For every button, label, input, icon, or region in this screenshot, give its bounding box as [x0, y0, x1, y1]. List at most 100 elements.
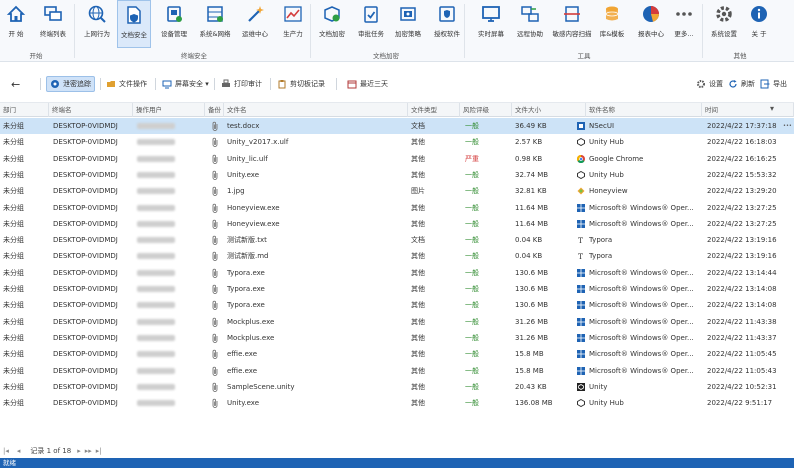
ribbon-encrypt-policy-button[interactable]: 加密策略	[392, 0, 424, 48]
table-row[interactable]: 未分组 DESKTOP-0VIDMDJ Unity.exe 其他 一般 32.74 MB U…	[0, 167, 794, 183]
col-size-header[interactable]: 文件大小	[512, 103, 586, 117]
ribbon-system-network-button[interactable]: 系统&网络	[195, 0, 235, 48]
col-filename-header[interactable]: 文件名	[224, 103, 408, 117]
toolbar-divider	[100, 78, 101, 90]
row-more-icon[interactable]: •••	[780, 118, 794, 134]
refresh-button[interactable]: 刷新	[725, 76, 758, 92]
cell-risk: 一般	[465, 366, 479, 375]
attachment-icon[interactable]	[208, 297, 222, 313]
attachment-icon[interactable]	[208, 216, 222, 232]
screen-security-dropdown[interactable]: 屏幕安全 ▾	[159, 76, 212, 92]
table-row[interactable]: 未分组 DESKTOP-0VIDMDJ effie.exe 其他 一般 15.8 MB Mi…	[0, 346, 794, 362]
first-page-button[interactable]: |◂	[3, 447, 9, 455]
table-row[interactable]: 未分组 DESKTOP-0VIDMDJ Unity_v2017.x.ulf 其他 一般 2…	[0, 134, 794, 150]
table-row[interactable]: 未分组 DESKTOP-0VIDMDJ 测试新版.md 其他 一般 0.04 KB T Typ…	[0, 248, 794, 264]
table-row[interactable]: 未分组 DESKTOP-0VIDMDJ effie.exe 其他 一般 15.8 MB Mi…	[0, 363, 794, 379]
col-time-header[interactable]: 时间	[702, 103, 794, 117]
ribbon-web-behavior-button[interactable]: 上网行为	[82, 0, 112, 48]
back-button[interactable]: ←	[8, 76, 23, 92]
cell-filename: 测试新版.md	[227, 252, 269, 261]
ribbon-report-center-button[interactable]: 报表中心	[635, 0, 667, 48]
next-pages-button[interactable]: ▸▸	[85, 447, 92, 455]
remote-icon	[519, 3, 541, 25]
table-row[interactable]: 未分组 DESKTOP-0VIDMDJ Mockplus.exe 其他 一般 31.26 …	[0, 314, 794, 330]
attachment-icon[interactable]	[208, 200, 222, 216]
table-row[interactable]: 未分组 DESKTOP-0VIDMDJ Unity.exe 其他 一般 136.08 MB…	[0, 395, 794, 411]
date-range-button[interactable]: 最近三天	[344, 76, 391, 92]
table-row[interactable]: 未分组 DESKTOP-0VIDMDJ Honeyview.exe 其他 一般 11.64…	[0, 200, 794, 216]
ribbon-divider	[464, 4, 465, 58]
col-terminal-header[interactable]: 终端名	[49, 103, 133, 117]
col-software-header[interactable]: 软件名称	[586, 103, 702, 117]
attachment-icon[interactable]	[208, 330, 222, 346]
table-row[interactable]: 未分组 DESKTOP-0VIDMDJ SampleScene.unity 其他 一般 2…	[0, 379, 794, 395]
col-dept-header[interactable]: 部门	[0, 103, 49, 117]
ribbon-device-management-button[interactable]: 设备管理	[157, 0, 191, 48]
ribbon-approval-tasks-button[interactable]: 审批任务	[354, 0, 388, 48]
ribbon-productivity-button[interactable]: 生产力	[277, 0, 309, 48]
cell-time: 2022/4/22 11:05:45	[707, 350, 777, 359]
leak-trace-tab[interactable]: 泄密追踪	[46, 76, 95, 92]
attachment-icon[interactable]	[208, 134, 222, 150]
ribbon-doc-security-button[interactable]: 文档安全	[117, 0, 151, 48]
ribbon-sensitive-scan-button[interactable]: 敏感内容扫描	[550, 0, 594, 48]
ribbon-doc-encrypt-button[interactable]: 文档加密	[316, 0, 348, 48]
col-risk-header[interactable]: 风险评级	[460, 103, 512, 117]
col-filetype-header[interactable]: 文件类型	[408, 103, 460, 117]
prev-page-button[interactable]: ◂	[17, 447, 21, 455]
ribbon-more-button[interactable]: 更多...	[670, 0, 698, 48]
attachment-icon[interactable]	[208, 395, 222, 411]
attachment-icon[interactable]	[208, 167, 222, 183]
ribbon-home-button[interactable]: 开 始	[3, 0, 29, 48]
clipboard-log-tab[interactable]: 剪切板记录	[274, 76, 328, 92]
attachment-icon[interactable]	[208, 281, 222, 297]
table-row[interactable]: 未分组 DESKTOP-0VIDMDJ Mockplus.exe 其他 一般 31.26 …	[0, 330, 794, 346]
ribbon-item-label: 更多...	[674, 30, 694, 38]
sort-desc-icon[interactable]: ▾	[770, 104, 774, 113]
attachment-icon[interactable]	[208, 248, 222, 264]
refresh-icon	[728, 79, 738, 89]
attachment-icon[interactable]	[208, 346, 222, 362]
doc-shield-icon	[123, 4, 145, 26]
attachment-icon[interactable]	[208, 183, 222, 199]
ribbon-ops-center-button[interactable]: 运维中心	[238, 0, 272, 48]
attachment-icon[interactable]	[208, 118, 222, 134]
ribbon-library-template-button[interactable]: 库&模板	[596, 0, 628, 48]
attachment-icon[interactable]	[208, 379, 222, 395]
last-page-button[interactable]: ▸|	[96, 447, 102, 455]
table-row[interactable]: 未分组 DESKTOP-0VIDMDJ 1.jpg 图片 一般 32.81 KB Honey…	[0, 183, 794, 199]
col-user-header[interactable]: 操作用户	[133, 103, 205, 117]
scan-icon	[561, 3, 583, 25]
table-row[interactable]: 未分组 DESKTOP-0VIDMDJ Unity_lic.ulf 其他 严重 0.98 …	[0, 151, 794, 167]
cell-dept: 未分组	[3, 382, 24, 391]
table-row[interactable]: 未分组 DESKTOP-0VIDMDJ Typora.exe 其他 一般 130.6 MB…	[0, 297, 794, 313]
ribbon-system-settings-button[interactable]: 系统设置	[707, 0, 741, 48]
toolbar-button-label: 剪切板记录	[290, 80, 325, 88]
ribbon-divider	[310, 4, 311, 58]
next-page-button[interactable]: ▸	[77, 447, 81, 455]
attachment-icon[interactable]	[208, 363, 222, 379]
cell-risk: 一般	[465, 399, 479, 408]
attachment-icon[interactable]	[208, 314, 222, 330]
table-row[interactable]: 未分组 DESKTOP-0VIDMDJ Typora.exe 其他 一般 130.6 MB…	[0, 281, 794, 297]
table-row[interactable]: 未分组 DESKTOP-0VIDMDJ Honeyview.exe 其他 一般 11.64…	[0, 216, 794, 232]
attachment-icon[interactable]	[208, 151, 222, 167]
table-row[interactable]: 未分组 DESKTOP-0VIDMDJ 测试新版.txt 文档 一般 0.04 KB T Ty…	[0, 232, 794, 248]
table-row[interactable]: 未分组 DESKTOP-0VIDMDJ test.docx 文档 一般 36.49 KB N…	[0, 118, 794, 135]
table-row[interactable]: 未分组 DESKTOP-0VIDMDJ Typora.exe 其他 一般 130.6 MB…	[0, 265, 794, 281]
attachment-icon[interactable]	[208, 232, 222, 248]
ribbon-live-screen-button[interactable]: 实时屏幕	[474, 0, 508, 48]
ribbon-remote-assist-button[interactable]: 远程协助	[513, 0, 547, 48]
print-audit-tab[interactable]: 打印审计	[218, 76, 265, 92]
col-backup-header[interactable]: 备份	[205, 103, 224, 117]
settings-button[interactable]: 设置	[693, 76, 726, 92]
ribbon-authorized-software-button[interactable]: 授权软件	[430, 0, 464, 48]
cell-time: 2022/4/22 16:18:03	[707, 138, 777, 147]
ribbon-about-button[interactable]: 关 于	[745, 0, 773, 48]
file-ops-tab[interactable]: 文件操作	[103, 76, 150, 92]
ribbon-terminal-list-button[interactable]: 终端列表	[36, 0, 70, 48]
attachment-icon[interactable]	[208, 265, 222, 281]
export-button[interactable]: 导出	[757, 76, 790, 92]
toolbar-divider	[40, 78, 41, 90]
cell-filename: Mockplus.exe	[227, 317, 275, 326]
